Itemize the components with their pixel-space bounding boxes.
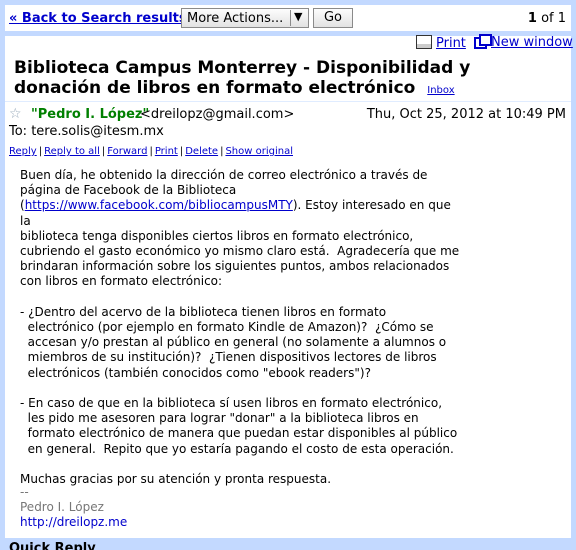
message-subject: Biblioteca Campus Monterrey - Disponibil… <box>14 58 554 101</box>
message-body: Buen día, he obtenido la dirección de co… <box>20 168 460 487</box>
forward-link[interactable]: Forward <box>107 146 147 157</box>
signature-url-link[interactable]: http://dreilopz.me <box>20 515 127 529</box>
new-window-link[interactable]: New window <box>474 34 573 50</box>
facebook-link[interactable]: https://www.facebook.com/bibliocampusMTY <box>25 198 293 212</box>
sender-name[interactable]: "Pedro I. López" <box>31 107 149 122</box>
print-label: Print <box>436 36 466 51</box>
pager-current: 1 <box>527 11 537 26</box>
print-link[interactable]: Print <box>416 35 466 51</box>
quick-reply-bar[interactable]: Quick Reply <box>5 538 571 550</box>
reply-all-link[interactable]: Reply to all <box>44 146 100 157</box>
print-message-link[interactable]: Print <box>155 146 178 157</box>
sender-email: <dreilopz@gmail.com> <box>140 107 295 122</box>
show-original-link[interactable]: Show original <box>225 146 293 157</box>
back-to-search-link[interactable]: « Back to Search results <box>9 11 187 26</box>
message-actions: Reply | Reply to all | Forward | Print | Delete |… <box>9 146 293 157</box>
body-rest: ). Estoy interesado en que la biblioteca… <box>20 198 460 487</box>
recipient-line: To: tere.solis@itesm.mx <box>9 124 164 139</box>
signature-name: Pedro I. López <box>20 500 104 515</box>
pager-total: of 1 <box>541 11 566 26</box>
printer-icon <box>416 35 432 49</box>
signature: -- Pedro I. López http://dreilopz.me <box>20 485 127 531</box>
select-divider <box>290 10 291 26</box>
new-window-icon <box>474 34 492 49</box>
pager: 1 of 1 <box>528 11 566 26</box>
go-button[interactable]: Go <box>313 8 353 28</box>
quick-reply-label: Quick Reply <box>9 541 96 550</box>
dropdown-arrow-icon: ▼ <box>294 10 303 23</box>
more-actions-select[interactable]: More Actions... ▼ <box>181 8 309 28</box>
inbox-label[interactable]: Inbox <box>427 85 454 96</box>
star-icon[interactable]: ☆ <box>9 106 22 122</box>
more-actions-label: More Actions... <box>187 11 284 26</box>
new-window-label: New window <box>491 35 573 50</box>
delete-link[interactable]: Delete <box>185 146 218 157</box>
signature-dashes: -- <box>20 485 29 499</box>
reply-link[interactable]: Reply <box>9 146 37 157</box>
right-frame <box>571 36 576 550</box>
subject-text: Biblioteca Campus Monterrey - Disponibil… <box>14 58 471 98</box>
message-date: Thu, Oct 25, 2012 at 10:49 PM <box>366 107 566 122</box>
